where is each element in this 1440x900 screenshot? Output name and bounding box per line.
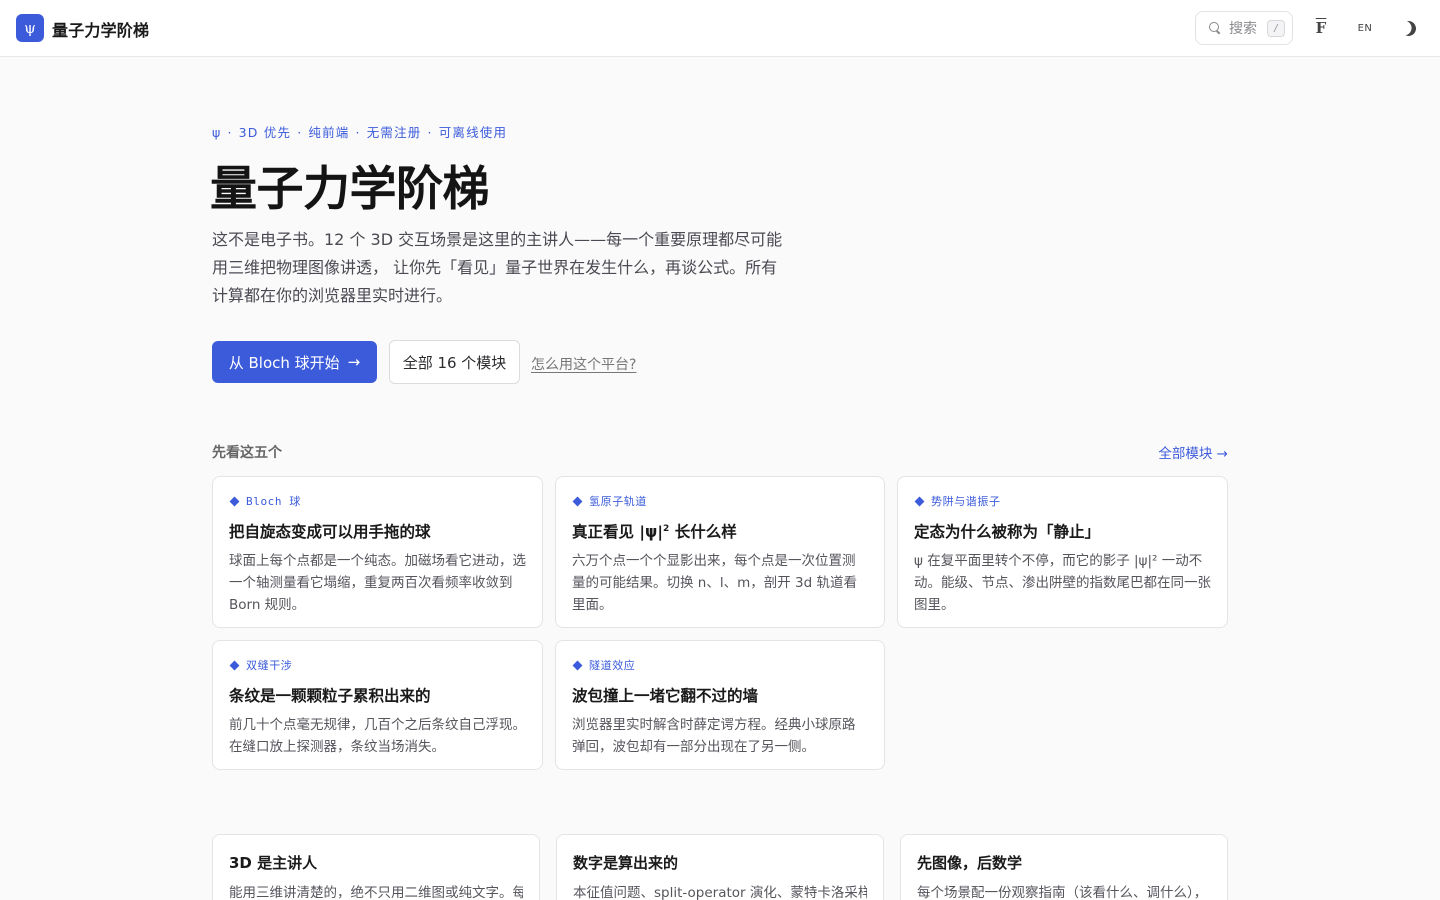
- hero-eyebrow: ψ · 3D 优先 · 纯前端 · 无需注册 · 可离线使用: [212, 125, 508, 140]
- diamond-icon: [229, 496, 240, 506]
- feature-description: 本征值问题、split-operator 演化、蒙特卡洛采样全: [573, 885, 867, 900]
- card-description: 六万个点一个个显影出来，每个点是一次位置测量的可能结果。切换 n、l、m，剖开 …: [572, 553, 857, 613]
- start-bloch-button[interactable]: 从 Bloch 球开始 →: [212, 341, 377, 383]
- card-description: 球面上每个点都是一个纯态。加磁场看它进动，选一个轴测量看它塌缩，重复两百次看频率…: [229, 553, 526, 613]
- feature-title: 3D 是主讲人: [229, 854, 318, 872]
- eyebrow-item: 纯前端: [308, 125, 350, 140]
- search-icon: [1209, 22, 1221, 34]
- card-tag: 双缝干涉: [229, 658, 526, 672]
- module-card-tunneling[interactable]: 隧道效应 波包撞上一堵它翻不过的墙 浏览器里实时解含时薛定谔方程。经典小球原路弹…: [555, 640, 885, 770]
- feature-card-computed: 数字是算出来的 本征值问题、split-operator 演化、蒙特卡洛采样全: [556, 834, 884, 900]
- all-modules-button[interactable]: 全部 16 个模块: [389, 340, 520, 384]
- top-navbar: ψ 量子力学阶梯 搜索 / F EN: [0, 0, 1440, 57]
- font-toggle-glyph: F: [1315, 19, 1327, 37]
- feature-description: 每个场景配一份观察指南（该看什么、调什么），: [917, 885, 1208, 900]
- card-title: 把自旋态变成可以用手拖的球: [229, 523, 431, 541]
- eyebrow-item: 无需注册: [366, 125, 422, 140]
- card-title: 波包撞上一堵它翻不过的墙: [572, 687, 759, 705]
- language-toggle-button[interactable]: EN: [1352, 16, 1378, 40]
- card-title: 定态为什么被称为「静止」: [914, 523, 1101, 541]
- diamond-icon: [572, 660, 583, 670]
- start-bloch-label: 从 Bloch 球开始: [228, 353, 340, 372]
- feature-card-image-first: 先图像，后数学 每个场景配一份观察指南（该看什么、调什么），: [900, 834, 1228, 900]
- card-description: ψ 在复平面里转个不停，而它的影子 |ψ|² 一动不动。能级、节点、渗出阱壁的指…: [914, 553, 1211, 613]
- module-card-potential-well[interactable]: 势阱与谐振子 定态为什么被称为「静止」 ψ 在复平面里转个不停，而它的影子 |ψ…: [897, 476, 1228, 628]
- feature-title: 数字是算出来的: [573, 854, 679, 872]
- all-modules-link[interactable]: 全部模块 →: [1158, 442, 1228, 462]
- section-heading: 先看这五个: [212, 445, 282, 461]
- arrow-right-icon: →: [347, 353, 361, 371]
- card-tag: Bloch 球: [229, 494, 526, 508]
- theme-toggle-button[interactable]: [1398, 16, 1418, 40]
- diamond-icon: [229, 660, 240, 670]
- card-title: 条纹是一颗颗粒子累积出来的: [229, 687, 431, 705]
- font-toggle-icon[interactable]: F: [1311, 16, 1331, 40]
- hero-subtitle: 这不是电子书。12 个 3D 交互场景是这里的主讲人——每一个重要原理都尽可能用…: [212, 230, 783, 305]
- moon-icon: [1398, 18, 1417, 37]
- feature-title: 先图像，后数学: [917, 854, 1023, 872]
- card-description: 浏览器里实时解含时薛定谔方程。经典小球原路弹回，波包却有一部分出现在了另一侧。: [572, 717, 856, 755]
- eyebrow-item: 可离线使用: [438, 125, 508, 140]
- card-title: 真正看见 |ψ|2 长什么样: [572, 523, 737, 541]
- logo-psi-icon[interactable]: ψ: [16, 14, 44, 42]
- diamond-icon: [572, 496, 583, 506]
- eyebrow-psi: ψ: [212, 125, 222, 140]
- diamond-icon: [914, 496, 925, 506]
- card-tag: 势阱与谐振子: [914, 494, 1211, 508]
- eyebrow-item: 3D 优先: [238, 125, 292, 140]
- page-title: 量子力学阶梯: [210, 162, 490, 217]
- search-button[interactable]: 搜索 /: [1195, 11, 1293, 45]
- feature-description: 能用三维讲清楚的，绝不只用二维图或纯文字。每: [229, 885, 523, 900]
- module-card-bloch[interactable]: Bloch 球 把自旋态变成可以用手拖的球 球面上每个点都是一个纯态。加磁场看它…: [212, 476, 543, 628]
- module-card-double-slit[interactable]: 双缝干涉 条纹是一颗颗粒子累积出来的 前几十个点毫无规律，几百个之后条纹自己浮现…: [212, 640, 543, 770]
- search-label: 搜索: [1229, 21, 1257, 37]
- feature-card-3d: 3D 是主讲人 能用三维讲清楚的，绝不只用二维图或纯文字。每: [212, 834, 540, 900]
- how-to-use-link[interactable]: 怎么用这个平台?: [531, 354, 636, 374]
- card-tag: 氢原子轨道: [572, 494, 868, 508]
- search-shortcut-key: /: [1267, 19, 1285, 37]
- module-card-hydrogen[interactable]: 氢原子轨道 真正看见 |ψ|2 长什么样 六万个点一个个显影出来，每个点是一次位…: [555, 476, 885, 628]
- card-tag: 隧道效应: [572, 658, 868, 672]
- brand-name[interactable]: 量子力学阶梯: [52, 17, 149, 41]
- card-description: 前几十个点毫无规律，几百个之后条纹自己浮现。在缝口放上探测器，条纹当场消失。: [229, 717, 526, 755]
